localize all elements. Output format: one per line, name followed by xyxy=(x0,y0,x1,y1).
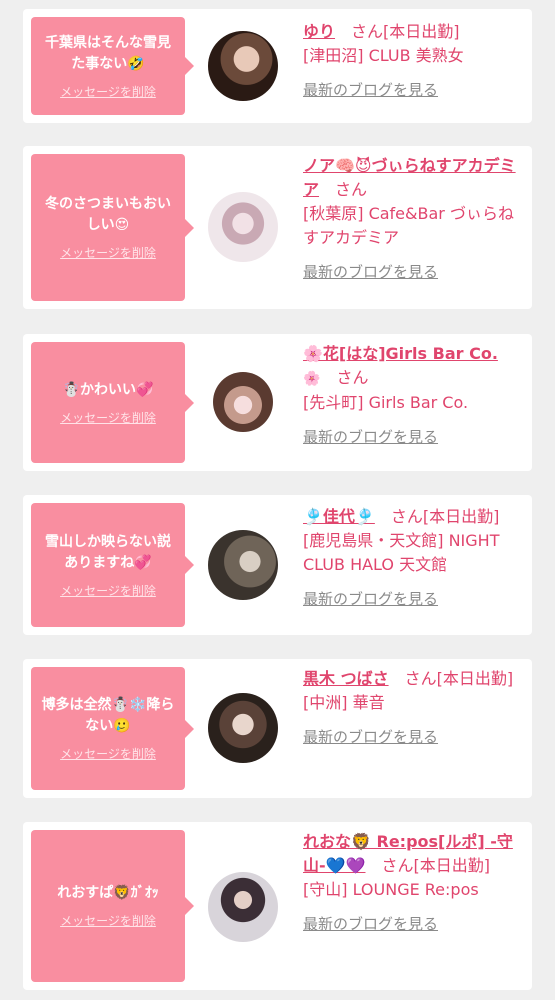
avatar[interactable] xyxy=(208,693,278,763)
message-bubble: 博多は全然☃️❄️降らない🥲 メッセージを削除 xyxy=(31,667,194,790)
avatar[interactable] xyxy=(208,192,278,262)
blog-link[interactable]: 最新のブログを見る xyxy=(303,78,438,102)
honorific: さん[本日出勤] xyxy=(404,669,514,688)
honorific: さん[本日出勤] xyxy=(351,22,460,41)
message-text: 冬のさつまいもおいしい😍 xyxy=(45,196,171,233)
blog-link[interactable]: 最新のブログを見る xyxy=(303,725,438,749)
message-text: 千葉県はそんな雪見た事ない🤣 xyxy=(45,34,171,72)
honorific: さん[本日出勤] xyxy=(381,856,491,875)
avatar[interactable] xyxy=(208,530,278,600)
message-bubble: れおすぱ🦁ｶﾞｵｯ メッセージを削除 xyxy=(31,830,194,982)
blog-link[interactable]: 最新のブログを見る xyxy=(303,260,438,284)
delete-message-link[interactable]: メッセージを削除 xyxy=(60,582,156,599)
message-bubble: 冬のさつまいもおいしい😍 メッセージを削除 xyxy=(31,154,194,301)
delete-message-link[interactable]: メッセージを削除 xyxy=(60,244,156,261)
message-bubble: ☃️かわいい💞 メッセージを削除 xyxy=(31,342,194,463)
delete-message-link[interactable]: メッセージを削除 xyxy=(60,83,156,100)
honorific: さん xyxy=(336,368,369,387)
shop-name: [先斗町] Girls Bar Co. xyxy=(303,393,469,412)
message-text: れおすぱ🦁ｶﾞｵｯ xyxy=(57,885,159,901)
honorific: さん[本日出勤] xyxy=(390,507,500,526)
delete-message-link[interactable]: メッセージを削除 xyxy=(60,912,156,929)
message-text: 博多は全然☃️❄️降らない🥲 xyxy=(41,697,175,734)
shop-name: [守山] LOUNGE Re:pos xyxy=(303,880,479,899)
name-suffix: 🌸 xyxy=(303,371,321,387)
cast-name-link[interactable]: 🎐佳代🎐 xyxy=(303,507,375,526)
message-card: ☃️かわいい💞 メッセージを削除 🌸花[はな]Girls Bar Co. 🌸 さ… xyxy=(23,334,532,471)
message-card: 千葉県はそんな雪見た事ない🤣 メッセージを削除 ゆり さん[本日出勤] [津田沼… xyxy=(23,9,532,123)
shop-name: [津田沼] CLUB 美熟女 xyxy=(303,46,464,65)
message-text: 雪山しか映らない説ありますね💞 xyxy=(45,533,171,571)
cast-name-link[interactable]: 黒木 つばさ xyxy=(303,669,389,688)
avatar[interactable] xyxy=(208,872,278,942)
message-bubble: 千葉県はそんな雪見た事ない🤣 メッセージを削除 xyxy=(31,17,194,115)
message-card: 冬のさつまいもおいしい😍 メッセージを削除 ノア🧠😈づぃらねすアカデミア さん … xyxy=(23,146,532,309)
honorific: さん xyxy=(335,180,368,199)
shop-name: [秋葉原] Cafe&Bar づぃらねすアカデミア xyxy=(303,204,514,247)
blog-link[interactable]: 最新のブログを見る xyxy=(303,425,438,449)
message-bubble: 雪山しか映らない説ありますね💞 メッセージを削除 xyxy=(31,503,194,627)
message-text: ☃️かわいい💞 xyxy=(62,381,154,398)
message-card: 雪山しか映らない説ありますね💞 メッセージを削除 🎐佳代🎐 さん[本日出勤] [… xyxy=(23,495,532,635)
shop-name: [中洲] 華音 xyxy=(303,693,385,712)
message-card: れおすぱ🦁ｶﾞｵｯ メッセージを削除 れおな🦁 Re:pos[ルポ] -守山-💙… xyxy=(23,822,532,990)
avatar[interactable] xyxy=(208,31,278,101)
delete-message-link[interactable]: メッセージを削除 xyxy=(60,745,156,762)
message-card: 博多は全然☃️❄️降らない🥲 メッセージを削除 黒木 つばさ さん[本日出勤] … xyxy=(23,659,532,798)
cast-name-link[interactable]: ゆり xyxy=(303,22,335,41)
blog-link[interactable]: 最新のブログを見る xyxy=(303,587,438,611)
cast-name-link[interactable]: 🌸花[はな]Girls Bar Co. xyxy=(303,344,498,363)
shop-name: [鹿児島県・天文館] NIGHT CLUB HALO 天文館 xyxy=(303,531,500,574)
blog-link[interactable]: 最新のブログを見る xyxy=(303,912,438,936)
delete-message-link[interactable]: メッセージを削除 xyxy=(60,409,156,426)
avatar[interactable] xyxy=(213,372,273,432)
